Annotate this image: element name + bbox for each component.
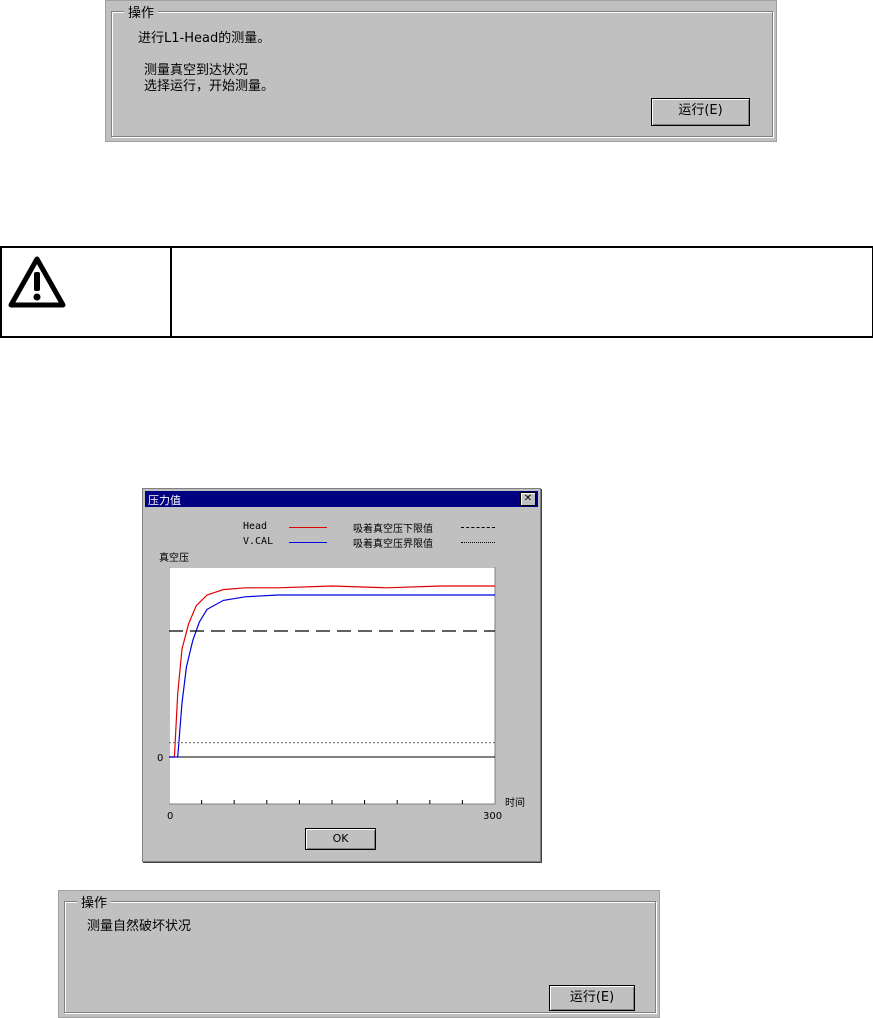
legend-head-label: Head (243, 521, 268, 532)
legend-lower-limit-line (461, 527, 495, 529)
y-zero-label: 0 (157, 753, 164, 764)
dialog-title: 压力值 (148, 494, 181, 507)
legend-boundary-limit-label: 吸着真空压界限值 (353, 539, 433, 550)
bottom-run-button[interactable]: 运行(E) (549, 985, 635, 1011)
top-operation-panel: 操作 进行L1-Head的测量。 测量真空到达状况 选择运行，开始测量。 运行(… (105, 0, 777, 142)
legend-vcal-line (289, 542, 327, 543)
top-group-title: 操作 (124, 2, 159, 21)
legend-lower-limit-label: 吸着真空压下限值 (353, 524, 433, 535)
top-line-3: 选择运行，开始测量。 (144, 79, 275, 94)
bottom-group-title: 操作 (77, 892, 112, 911)
warning-box (0, 246, 873, 338)
top-run-button-label: 运行(E) (678, 103, 723, 118)
pressure-dialog: 压力值 ✕ Head V.CAL 吸着真空压下限值 吸着真空压界限值 真空压 0… (142, 488, 541, 862)
bottom-run-button-label: 运行(E) (569, 990, 615, 1005)
legend-vcal-label: V.CAL (243, 536, 274, 547)
ok-button[interactable]: OK (305, 828, 376, 850)
pressure-chart (169, 567, 496, 805)
warning-triangle-icon (8, 256, 66, 308)
dialog-titlebar: 压力值 ✕ (145, 491, 538, 507)
y-axis-label: 真空压 (159, 553, 189, 564)
plot-area (169, 567, 496, 805)
top-line-1: 进行L1-Head的测量。 (138, 31, 271, 46)
warning-divider (170, 248, 172, 336)
close-icon: ✕ (523, 493, 533, 504)
legend-head-line (289, 527, 327, 528)
ok-button-label: OK (332, 832, 349, 845)
legend-boundary-limit-line (461, 542, 495, 544)
x-end-label: 300 (483, 811, 503, 822)
close-button[interactable]: ✕ (520, 492, 536, 506)
bottom-operation-panel: 操作 测量自然破坏状况 运行(E) (58, 890, 660, 1018)
top-run-button[interactable]: 运行(E) (651, 98, 750, 126)
x-axis-label: 时间 (505, 798, 525, 809)
x-start-label: 0 (167, 811, 174, 822)
bottom-line-1: 测量自然破坏状况 (87, 919, 192, 934)
